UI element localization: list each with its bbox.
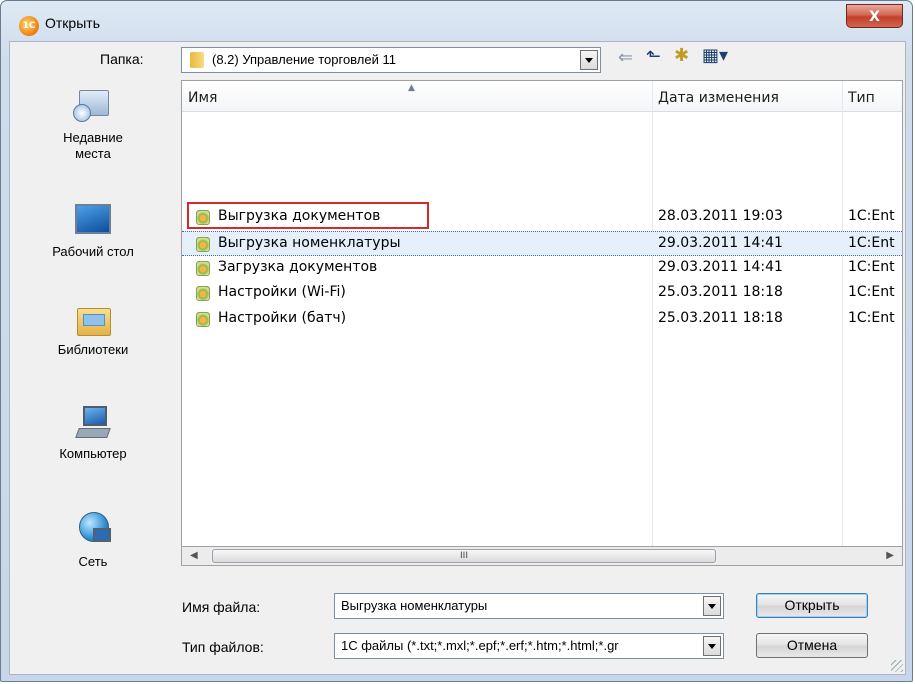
libraries-icon	[71, 298, 115, 338]
up-folder-icon[interactable]: ⬑	[646, 46, 661, 67]
file-name: Настройки (Wi-Fi)	[218, 284, 346, 300]
place-recent[interactable]: Недавние места	[10, 86, 176, 162]
column-header-date[interactable]: Дата изменения	[652, 81, 842, 111]
1c-file-icon	[196, 312, 210, 327]
open-file-dialog: 1С Открыть X Папка: (8.2) Управление тор…	[0, 0, 913, 682]
file-name: Настройки (батч)	[218, 310, 347, 326]
1c-file-icon	[196, 286, 210, 301]
chevron-down-icon[interactable]	[580, 50, 598, 70]
desktop-icon	[71, 200, 115, 240]
highlight-annotation	[187, 202, 429, 229]
file-date: 29.03.2011 14:41	[658, 235, 783, 251]
view-menu-icon[interactable]: ▦▾	[702, 45, 728, 66]
filetype-select[interactable]: 1С файлы (*.txt;*.mxl;*.epf;*.erf;*.htm;…	[334, 633, 724, 659]
close-button[interactable]: X	[846, 4, 903, 28]
title-bar[interactable]: 1С Открыть X	[1, 1, 912, 41]
scroll-left-icon[interactable]: ◀	[190, 550, 198, 561]
file-name: Загрузка документов	[218, 259, 378, 275]
chevron-down-icon[interactable]	[703, 596, 721, 616]
folder-combo[interactable]: (8.2) Управление торговлей 11	[181, 47, 601, 73]
file-type: 1C:Ent	[848, 259, 895, 275]
app-1c-icon: 1С	[19, 16, 39, 36]
file-date: 28.03.2011 19:03	[658, 208, 783, 224]
file-date: 29.03.2011 14:41	[658, 259, 783, 275]
file-type: 1C:Ent	[848, 208, 895, 224]
chevron-down-icon[interactable]	[703, 636, 721, 656]
place-computer[interactable]: Компьютер	[10, 402, 176, 462]
filetype-value: 1С файлы (*.txt;*.mxl;*.epf;*.erf;*.htm;…	[341, 638, 619, 653]
column-header-type[interactable]: Тип	[842, 81, 902, 111]
back-arrow-icon[interactable]: ⇐	[618, 47, 633, 68]
file-name: Выгрузка номенклатуры	[218, 235, 401, 251]
file-type: 1C:Ent	[848, 235, 895, 251]
network-icon	[71, 510, 115, 550]
new-folder-icon[interactable]: ✱	[674, 45, 689, 66]
folder-icon	[190, 52, 204, 68]
file-date: 25.03.2011 18:18	[658, 310, 783, 326]
place-label: Недавние места	[63, 130, 123, 161]
1c-file-icon	[196, 237, 210, 252]
file-row[interactable]: Настройки (Wi-Fi) 25.03.2011 18:18 1C:En…	[182, 281, 902, 306]
place-label: Рабочий стол	[52, 244, 134, 259]
file-row[interactable]: Настройки (батч) 25.03.2011 18:18 1C:Ent	[182, 307, 902, 332]
place-label: Сеть	[78, 554, 108, 569]
places-bar: Недавние места Рабочий стол Библиотеки К…	[10, 80, 176, 670]
list-header: ▲ Имя Дата изменения Тип	[182, 81, 902, 112]
dialog-body: Папка: (8.2) Управление торговлей 11 ⇐ ⬑…	[9, 41, 906, 675]
place-network[interactable]: Сеть	[10, 510, 176, 570]
file-row-selected[interactable]: Выгрузка номенклатуры 29.03.2011 14:41 1…	[182, 231, 902, 256]
place-label: Компьютер	[59, 446, 127, 461]
computer-icon	[71, 402, 115, 442]
recent-places-icon	[71, 86, 115, 126]
1c-file-icon	[196, 261, 210, 276]
place-desktop[interactable]: Рабочий стол	[10, 200, 176, 260]
file-row[interactable]: Загрузка документов 29.03.2011 14:41 1C:…	[182, 256, 902, 281]
filename-input[interactable]: Выгрузка номенклатуры	[341, 598, 487, 613]
open-button[interactable]: Открыть	[756, 593, 868, 618]
filetype-label: Тип файлов:	[182, 639, 264, 655]
cancel-button[interactable]: Отмена	[756, 633, 868, 658]
place-label: Библиотеки	[57, 342, 129, 357]
horizontal-scrollbar[interactable]: ◀ III ▶	[181, 547, 903, 566]
column-header-name[interactable]: Имя	[182, 81, 652, 111]
file-list[interactable]: ▲ Имя Дата изменения Тип Выгрузка докуме…	[181, 80, 903, 547]
scroll-thumb[interactable]: III	[212, 549, 716, 563]
place-libraries[interactable]: Библиотеки	[10, 298, 176, 358]
scroll-right-icon[interactable]: ▶	[886, 550, 894, 561]
file-date: 25.03.2011 18:18	[658, 284, 783, 300]
resize-grip-icon[interactable]	[891, 660, 903, 672]
file-type: 1C:Ent	[848, 310, 895, 326]
dialog-title: Открыть	[45, 15, 100, 31]
folder-label: Папка:	[100, 51, 144, 67]
folder-value: (8.2) Управление торговлей 11	[212, 52, 396, 67]
file-type: 1C:Ent	[848, 284, 895, 300]
filename-combo[interactable]: Выгрузка номенклатуры	[334, 593, 724, 619]
filename-label: Имя файла:	[182, 599, 261, 615]
